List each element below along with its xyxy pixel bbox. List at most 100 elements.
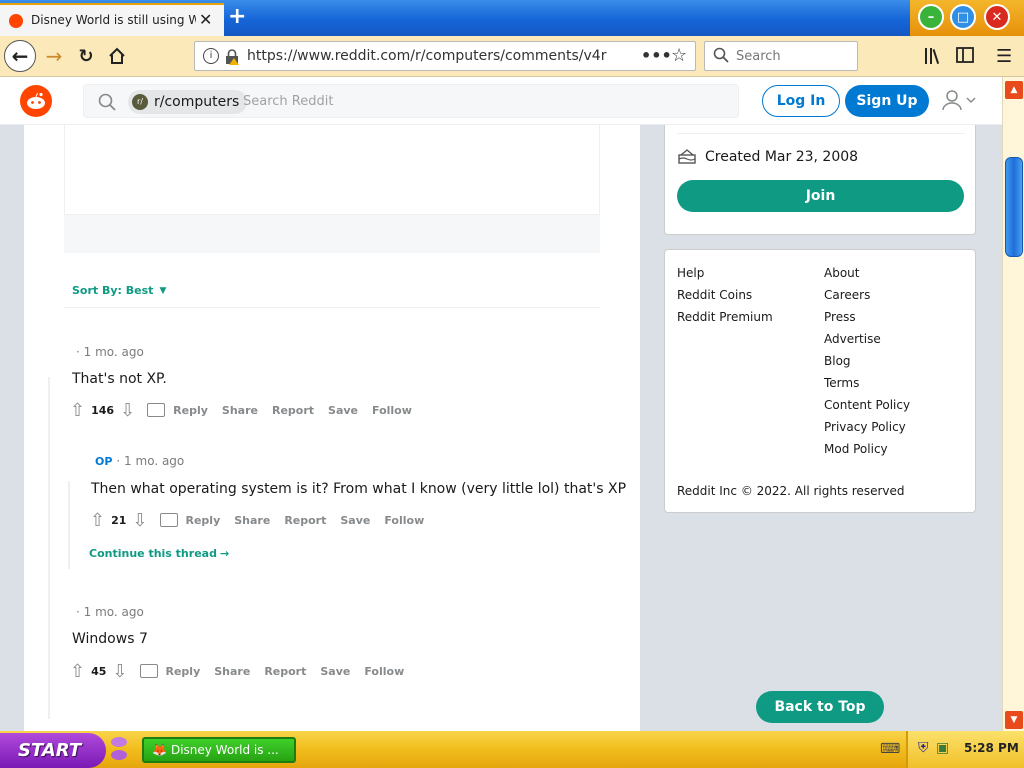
os-taskbar: START 🦊 Disney World is ... ⌨ ⛨ ▣ 5:28 P… <box>0 731 1024 768</box>
share-button[interactable]: Share <box>214 665 250 678</box>
reddit-logo-icon[interactable] <box>20 85 52 117</box>
signup-button[interactable]: Sign Up <box>845 85 929 117</box>
taskbar-window-button[interactable]: 🦊 Disney World is ... <box>142 737 296 763</box>
reply-button[interactable]: Reply <box>166 665 201 678</box>
share-button[interactable]: Share <box>234 514 270 527</box>
reload-button[interactable]: ↻ <box>70 40 102 72</box>
continue-thread-link[interactable]: Continue this thread → <box>89 547 229 560</box>
comment-actions: ⇧ 45 ⇩ Reply Share Report Save Follow <box>70 661 404 682</box>
op-author[interactable]: OP <box>95 455 112 468</box>
login-button[interactable]: Log In <box>762 85 840 117</box>
url-bar[interactable]: i https://www.reddit.com/r/computers/com… <box>194 41 696 71</box>
reddit-search-bar[interactable]: r/ r/computers Search Reddit <box>83 84 739 118</box>
reply-button[interactable]: Reply <box>186 514 221 527</box>
report-button[interactable]: Report <box>272 404 314 417</box>
search-icon <box>713 47 729 66</box>
downvote-icon[interactable]: ⇩ <box>112 661 127 682</box>
footer-link-blog[interactable]: Blog <box>824 350 910 372</box>
vote-count: 45 <box>91 664 107 678</box>
browser-search-field[interactable]: Search <box>704 41 858 71</box>
footer-link-reddit-coins[interactable]: Reddit Coins <box>677 284 773 306</box>
share-button[interactable]: Share <box>222 404 258 417</box>
post-action-strip <box>64 215 600 253</box>
start-button[interactable]: START <box>0 733 106 768</box>
upvote-icon[interactable]: ⇧ <box>90 510 105 531</box>
reddit-header: r/ r/computers Search Reddit Log In Sign… <box>0 77 1002 125</box>
join-button[interactable]: Join <box>677 180 964 212</box>
thread-line[interactable] <box>68 481 70 569</box>
downvote-icon[interactable]: ⇩ <box>120 400 135 421</box>
info-icon[interactable]: i <box>203 48 219 64</box>
comment-meta: · 1 mo. ago <box>76 345 144 359</box>
footer-link-reddit-premium[interactable]: Reddit Premium <box>677 306 773 328</box>
quick-launch-icon[interactable] <box>108 735 130 761</box>
footer-link-mod-policy[interactable]: Mod Policy <box>824 438 910 460</box>
close-window-button[interactable]: ✕ <box>984 4 1010 30</box>
home-button[interactable] <box>101 40 133 72</box>
report-button[interactable]: Report <box>264 665 306 678</box>
follow-button[interactable]: Follow <box>384 514 424 527</box>
footer-link-press[interactable]: Press <box>824 306 910 328</box>
reply-icon <box>159 513 178 527</box>
footer-link-about[interactable]: About <box>824 262 910 284</box>
library-icon[interactable] <box>924 47 944 68</box>
reply-icon <box>139 664 158 678</box>
back-button[interactable]: ← <box>4 40 36 72</box>
follow-button[interactable]: Follow <box>372 404 412 417</box>
downvote-icon[interactable]: ⇩ <box>132 510 147 531</box>
bookmark-star-icon[interactable]: ☆ <box>671 45 687 66</box>
scrollbar-thumb[interactable] <box>1005 157 1023 257</box>
upvote-icon[interactable]: ⇧ <box>70 400 85 421</box>
comment-actions: ⇧ 21 ⇩ Reply Share Report Save Follow <box>90 510 424 531</box>
reply-button[interactable]: Reply <box>173 404 208 417</box>
sidebar-toggle-icon[interactable] <box>956 47 974 66</box>
forward-button[interactable]: → <box>38 40 70 72</box>
network-icon[interactable]: ▣ <box>936 740 949 756</box>
user-menu-button[interactable] <box>942 89 980 114</box>
footer-link-content-policy[interactable]: Content Policy <box>824 394 910 416</box>
footer-link-terms[interactable]: Terms <box>824 372 910 394</box>
maximize-button[interactable]: □ <box>950 4 976 30</box>
browser-tab[interactable]: Disney World is still using W ✕ <box>0 3 224 36</box>
clock[interactable]: 5:28 PM <box>964 741 1019 755</box>
page-actions-icon[interactable]: ••• <box>641 46 672 65</box>
report-button[interactable]: Report <box>284 514 326 527</box>
scroll-down-arrow-icon[interactable]: ▼ <box>1005 711 1023 729</box>
thread-line[interactable] <box>48 377 50 669</box>
footer-links-card: Help Reddit Coins Reddit Premium About C… <box>664 249 976 513</box>
comment-meta: · 1 mo. ago <box>116 454 185 468</box>
follow-button[interactable]: Follow <box>364 665 404 678</box>
upvote-icon[interactable]: ⇧ <box>70 661 85 682</box>
save-button[interactable]: Save <box>328 404 358 417</box>
save-button[interactable]: Save <box>320 665 350 678</box>
comment-meta: · 1 mo. ago <box>76 605 144 619</box>
sort-dropdown[interactable]: Sort By: Best ▼ <box>72 284 166 297</box>
page-scrollbar[interactable]: ▲ ▼ <box>1002 77 1024 731</box>
url-text: https://www.reddit.com/r/computers/comme… <box>247 48 607 64</box>
reddit-favicon-icon <box>9 14 23 28</box>
back-to-top-button[interactable]: Back to Top <box>756 691 884 723</box>
cake-icon <box>678 148 696 167</box>
comment-text: That's not XP. <box>72 371 167 387</box>
thread-line[interactable] <box>48 635 50 719</box>
footer-link-advertise[interactable]: Advertise <box>824 328 910 350</box>
menu-hamburger-icon[interactable]: ☰ <box>996 46 1012 67</box>
save-button[interactable]: Save <box>340 514 370 527</box>
shield-icon[interactable]: ⛨ <box>918 740 929 756</box>
close-tab-icon[interactable]: ✕ <box>199 10 212 29</box>
footer-link-help[interactable]: Help <box>677 262 773 284</box>
subreddit-chip[interactable]: r/ r/computers <box>128 90 248 114</box>
taskbar-window-label: Disney World is ... <box>170 743 279 757</box>
new-tab-button[interactable]: + <box>228 4 246 30</box>
footer-link-privacy-policy[interactable]: Privacy Policy <box>824 416 910 438</box>
scroll-up-arrow-icon[interactable]: ▲ <box>1005 81 1023 99</box>
keyboard-tray-icon[interactable]: ⌨ <box>880 741 900 757</box>
community-info-card: Created Mar 23, 2008 Join <box>664 125 976 235</box>
lock-warning-icon[interactable] <box>225 49 239 65</box>
footer-link-careers[interactable]: Careers <box>824 284 910 306</box>
footer-right-links: About Careers Press Advertise Blog Terms… <box>824 262 910 460</box>
continue-thread-label: Continue this thread <box>89 547 217 560</box>
created-date: Created Mar 23, 2008 <box>705 149 859 165</box>
subreddit-name: r/computers <box>154 94 240 110</box>
minimize-button[interactable]: – <box>918 4 944 30</box>
